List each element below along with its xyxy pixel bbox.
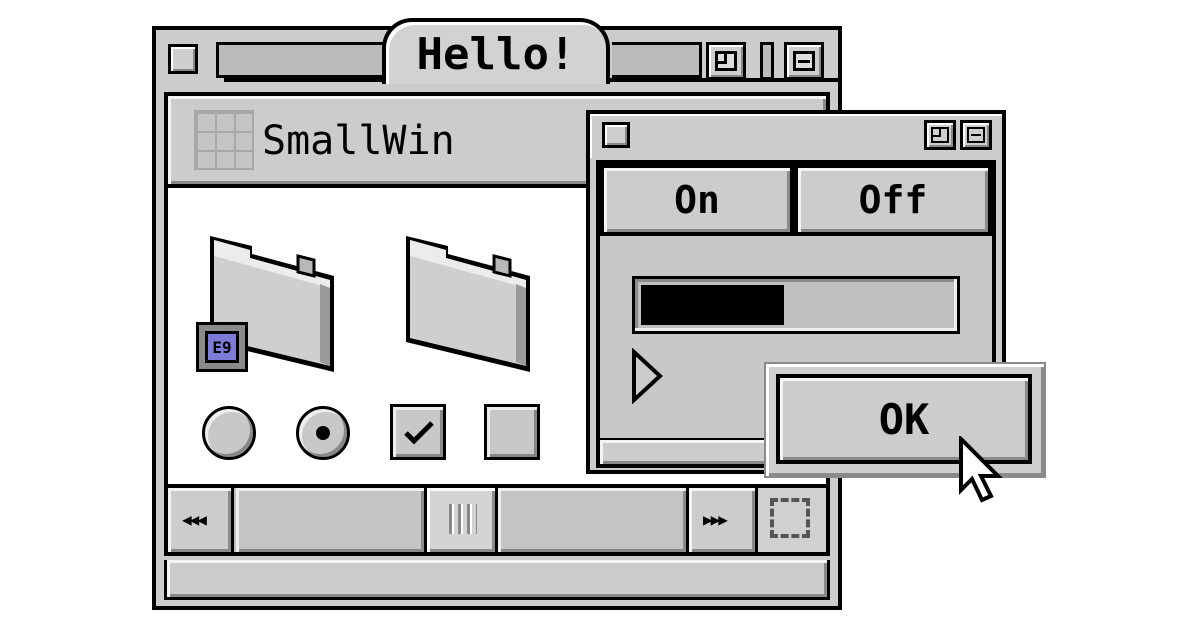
radio-button-on[interactable] xyxy=(296,406,350,460)
scroll-thumb[interactable] xyxy=(424,488,498,552)
small-collapse-box[interactable] xyxy=(960,120,992,150)
collapse-icon xyxy=(793,51,815,71)
checkmark-icon xyxy=(404,421,434,445)
zoom-box[interactable] xyxy=(706,42,746,80)
radio-button-off[interactable] xyxy=(202,406,256,460)
disclosure-triangle-icon[interactable] xyxy=(630,348,664,404)
progress-bar-fill xyxy=(641,285,784,325)
checkbox-unchecked[interactable] xyxy=(484,404,540,460)
title-tab[interactable]: Hello! xyxy=(382,18,610,84)
window-footer xyxy=(164,560,830,600)
small-zoom-box[interactable] xyxy=(924,120,956,150)
title-bar-divider xyxy=(760,42,774,80)
progress-bar xyxy=(632,276,960,334)
arrow-left-icon: ◀◀◀ xyxy=(182,510,207,529)
collapse-box[interactable] xyxy=(784,42,824,80)
small-close-box[interactable] xyxy=(602,122,630,148)
off-button[interactable]: Off xyxy=(794,164,992,236)
scroll-track-right[interactable] xyxy=(498,488,686,552)
grow-box[interactable] xyxy=(758,488,826,552)
header-label: SmallWin xyxy=(262,118,455,164)
mouse-pointer-icon xyxy=(959,436,1003,503)
close-box[interactable] xyxy=(168,44,198,74)
folder-icon[interactable] xyxy=(400,232,540,378)
collapse-icon xyxy=(967,127,985,143)
grid-icon xyxy=(194,110,254,170)
zoom-icon xyxy=(931,127,949,143)
radio-dot xyxy=(316,426,330,440)
scroll-track-left[interactable] xyxy=(236,488,424,552)
app-badge-icon: E9 xyxy=(196,322,248,372)
on-button[interactable]: On xyxy=(600,164,794,236)
checkbox-checked[interactable] xyxy=(390,404,446,460)
title-bar-stripe-right xyxy=(612,42,702,78)
scroll-right-arrow[interactable]: ▶▶▶ xyxy=(686,488,758,552)
grip-icon xyxy=(449,504,477,534)
arrow-right-icon: ▶▶▶ xyxy=(703,510,728,529)
zoom-icon xyxy=(715,51,737,71)
scroll-left-arrow[interactable]: ◀◀◀ xyxy=(168,488,234,552)
resize-icon xyxy=(770,498,810,538)
window-title: Hello! xyxy=(416,28,576,80)
